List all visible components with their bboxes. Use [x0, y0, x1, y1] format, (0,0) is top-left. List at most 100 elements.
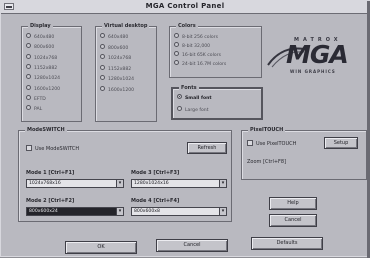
- display-radio-label: 800x600: [34, 45, 55, 51]
- radio-dot-icon: [100, 54, 105, 59]
- virtual-desktop-group: Virtual desktop 640x480 800x600 1024x768 11…: [95, 22, 157, 122]
- colors-radio-label: 8-bit 256 colors: [182, 35, 218, 40]
- window-title: MGA Control Panel: [145, 2, 225, 10]
- logo-mga-text: MGA: [286, 40, 349, 69]
- radio-dot-icon: [26, 105, 31, 111]
- fonts-group: Fonts Small font Large font: [171, 84, 263, 120]
- radio-dot-icon: [100, 33, 105, 38]
- radio-dot-icon: [100, 43, 105, 49]
- pixeltouch-group: PixelTOUCH Use PixelTOUCH Setup Zoom [Ct…: [241, 126, 367, 180]
- colors-radio-label: 24-bit 16.7M colors: [182, 62, 227, 67]
- use-pixeltouch-checkbox[interactable]: Use PixelTOUCH: [247, 139, 297, 149]
- use-pixeltouch-label: Use PixelTOUCH: [256, 141, 297, 147]
- display-radio-label: 1152x882: [34, 65, 58, 71]
- display-radio[interactable]: 1152x882: [26, 63, 58, 73]
- display-radio[interactable]: 1024x768: [26, 53, 58, 63]
- radio-dot-icon: [174, 42, 179, 47]
- display-radio-label: EFTD: [34, 96, 46, 102]
- virtual-desktop-radio-label: 1280x1024: [108, 77, 135, 82]
- modeswitch-group-label: ModeSWITCH: [25, 126, 67, 135]
- radio-dot-icon: [26, 94, 31, 100]
- chevron-down-icon[interactable]: ▾: [219, 207, 227, 216]
- mode-1-label: Mode 1 [Ctrl+F1]: [26, 170, 75, 176]
- colors-radio[interactable]: 16-bit 65K colors: [174, 51, 221, 60]
- virtual-desktop-radio-label: 1600x1200: [108, 87, 135, 93]
- display-radio-label: 1024x768: [34, 55, 58, 61]
- radio-dot-icon: [174, 51, 179, 56]
- display-radio-label: 640x480: [34, 35, 55, 40]
- mode-4-dropdown[interactable]: 800x600x8 ▾: [131, 207, 227, 216]
- chevron-down-icon[interactable]: ▾: [116, 207, 124, 216]
- virtual-desktop-radio[interactable]: 1024x768: [100, 54, 131, 63]
- use-modeswitch-checkbox[interactable]: Use ModeSWITCH: [26, 144, 80, 154]
- display-radio[interactable]: 640x480: [26, 33, 54, 42]
- colors-radio[interactable]: 8-bit 256 colors: [174, 33, 218, 42]
- checkbox-box-icon: [26, 144, 32, 151]
- radio-dot-icon: [177, 106, 182, 111]
- radio-dot-icon: [26, 74, 31, 80]
- display-radio-label: 1280x1024: [34, 76, 61, 82]
- display-radio-label: PAL: [34, 107, 43, 113]
- virtual-desktop-radio[interactable]: 1280x1024: [100, 75, 134, 84]
- mode-1-value: 1024x768x16: [29, 181, 61, 186]
- virtual-desktop-radio[interactable]: 1600x1200: [100, 85, 135, 95]
- modeswitch-group: ModeSWITCH Use ModeSWITCH Refresh Mode 1…: [18, 126, 232, 222]
- colors-group-label: Colors: [176, 22, 198, 31]
- display-group: Display 640x480 800x600 1024x768 1152x882 12…: [21, 22, 82, 122]
- radio-dot-icon: [26, 63, 31, 69]
- display-radio[interactable]: 1280x1024: [26, 74, 60, 83]
- mode-3-value: 1280x1024x16: [134, 181, 169, 186]
- defaults-button[interactable]: Defaults: [251, 237, 323, 250]
- display-radio-label: 1600x1200: [34, 86, 61, 92]
- radio-dot-icon: [100, 85, 105, 91]
- radio-dot-icon: [26, 53, 31, 59]
- mode-1-dropdown[interactable]: 1024x768x16 ▾: [26, 179, 124, 188]
- use-modeswitch-label: Use ModeSWITCH: [35, 146, 80, 152]
- cancel-button[interactable]: Cancel: [156, 239, 228, 252]
- refresh-button[interactable]: Refresh: [187, 142, 227, 154]
- chevron-down-icon[interactable]: ▾: [219, 179, 227, 188]
- virtual-desktop-group-label: Virtual desktop: [102, 22, 150, 31]
- colors-radio-label: 16-bit 65K colors: [182, 53, 221, 58]
- help-button[interactable]: Help: [269, 197, 317, 210]
- display-radio[interactable]: EFTD: [26, 94, 46, 104]
- display-radio[interactable]: 1600x1200: [26, 84, 61, 94]
- logo-subtitle-text: WIN GRAPHICS: [290, 69, 336, 74]
- radio-dot-icon: [177, 94, 182, 99]
- colors-radio[interactable]: 8-bit 32,000: [174, 42, 210, 51]
- fonts-radio[interactable]: Large font: [177, 106, 209, 115]
- colors-group: Colors 8-bit 256 colors 8-bit 32,000 16-bi…: [169, 22, 262, 78]
- radio-dot-icon: [26, 33, 31, 38]
- fonts-radio-label: Small font: [185, 96, 212, 101]
- mode-2-value: 800x600x24: [29, 209, 58, 214]
- fonts-radio-label: Large font: [185, 108, 209, 113]
- virtual-desktop-radio-label: 1024x768: [108, 56, 132, 61]
- mode-3-dropdown[interactable]: 1280x1024x16 ▾: [131, 179, 227, 188]
- mode-3-label: Mode 3 [Ctrl+F3]: [131, 170, 180, 176]
- checkbox-box-icon: [247, 139, 253, 146]
- virtual-desktop-radio-label: 800x600: [108, 45, 129, 51]
- radio-dot-icon: [100, 75, 105, 80]
- title-bar[interactable]: MGA Control Panel: [1, 1, 369, 14]
- mode-2-dropdown[interactable]: 800x600x24 ▾: [26, 207, 124, 216]
- zoom-label: Zoom [Ctrl+F8]: [247, 159, 287, 165]
- chevron-down-icon[interactable]: ▾: [116, 179, 124, 188]
- colors-radio[interactable]: 24-bit 16.7M colors: [174, 60, 226, 69]
- radio-dot-icon: [174, 60, 179, 65]
- virtual-desktop-radio-label: 640x480: [108, 35, 129, 40]
- display-radio[interactable]: PAL: [26, 105, 42, 114]
- display-radio[interactable]: 800x600: [26, 43, 54, 52]
- fonts-radio[interactable]: Small font: [177, 94, 212, 103]
- cancel-side-button[interactable]: Cancel: [269, 214, 317, 227]
- setup-button[interactable]: Setup: [324, 137, 358, 149]
- pixeltouch-group-label: PixelTOUCH: [248, 126, 286, 135]
- virtual-desktop-radio[interactable]: 640x480: [100, 33, 128, 42]
- mode-4-label: Mode 4 [Ctrl+F4]: [131, 198, 180, 204]
- matrox-mga-logo: MATROX MGA WIN GRAPHICS: [266, 37, 358, 77]
- ok-button[interactable]: OK: [65, 241, 137, 254]
- radio-dot-icon: [174, 33, 179, 38]
- radio-dot-icon: [26, 43, 31, 49]
- virtual-desktop-radio[interactable]: 800x600: [100, 43, 129, 53]
- mode-4-value: 800x600x8: [134, 209, 160, 214]
- virtual-desktop-radio[interactable]: 1152x882: [100, 64, 131, 74]
